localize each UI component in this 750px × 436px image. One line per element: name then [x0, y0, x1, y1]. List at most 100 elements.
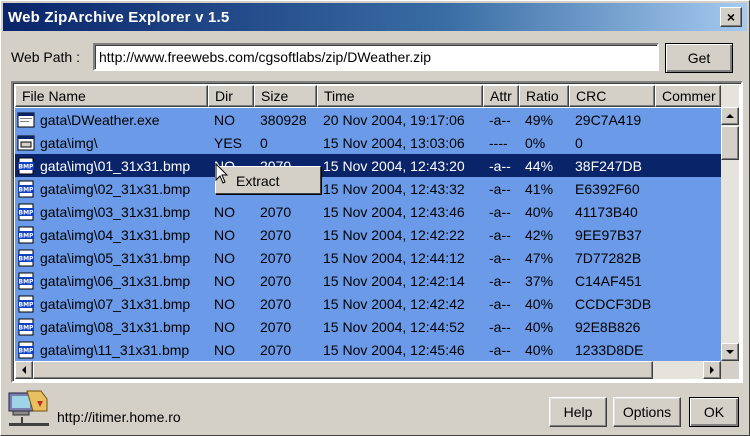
cell-dir: YES — [214, 134, 243, 151]
scroll-right-button[interactable] — [703, 361, 721, 379]
svg-text:BMP: BMP — [19, 324, 35, 331]
column-header-time[interactable]: Time — [317, 85, 483, 107]
cell-time: 15 Nov 2004, 12:45:46 — [323, 341, 465, 358]
vertical-scrollbar[interactable] — [721, 85, 739, 361]
cell-dir: NO — [214, 203, 235, 220]
cell-attr: -a-- — [489, 111, 511, 128]
bmp-icon: BMP — [17, 295, 35, 313]
bmp-icon: BMP — [17, 341, 35, 359]
bmp-icon: BMP — [17, 272, 35, 290]
cell-file-name: BMP gata\img\08_31x31.bmp — [15, 318, 208, 336]
cell-size: 2070 — [260, 341, 292, 358]
cell-ratio: 37% — [525, 272, 554, 289]
status-url[interactable]: http://itimer.home.ro — [57, 409, 181, 425]
column-header-size[interactable]: Size — [254, 85, 317, 107]
file-name-text: gata\img\11_31x31.bmp — [40, 341, 190, 358]
table-row[interactable]: BMPgata\img\01_31x31.bmpNO207015 Nov 200… — [15, 154, 721, 177]
svg-text:BMP: BMP — [19, 163, 35, 170]
table-row[interactable]: BMP gata\img\07_31x31.bmp NO 2070 15 Nov 200… — [15, 292, 721, 315]
column-header-comment[interactable]: Commer — [655, 85, 721, 107]
file-name-text: gata\img\05_31x31.bmp — [40, 249, 191, 266]
svg-text:BMP: BMP — [19, 255, 35, 262]
table-row[interactable]: gata\img\ YES 0 15 Nov 2004, 13:03:06 ---- 0%… — [15, 131, 721, 154]
cell-file-name: gata\img\ — [15, 134, 208, 152]
cell-dir: NO — [214, 226, 235, 243]
context-menu-extract[interactable]: Extract — [236, 173, 280, 189]
close-button[interactable]: × — [720, 7, 742, 27]
options-button[interactable]: Options — [613, 397, 681, 427]
table-row[interactable]: BMP gata\img\03_31x31.bmp NO 2070 15 Nov 200… — [15, 200, 721, 223]
cell-file-name: gata\DWeather.exe — [15, 111, 208, 129]
table-row[interactable]: BMP gata\img\06_31x31.bmp NO 2070 15 Nov 200… — [15, 269, 721, 292]
column-header-file-name[interactable]: File Name — [15, 85, 208, 107]
get-button[interactable]: Get — [665, 43, 733, 73]
table-row[interactable]: BMP gata\img\08_31x31.bmp NO 2070 15 Nov 200… — [15, 315, 721, 338]
cell-size: 2070 — [260, 203, 292, 220]
cell-time: 15 Nov 2004, 12:44:12 — [323, 249, 465, 266]
bmp-icon: BMP — [17, 157, 35, 175]
bmp-icon: BMP — [17, 226, 35, 244]
table-row[interactable]: gata\DWeather.exe NO 380928 20 Nov 2004, 19… — [15, 108, 721, 131]
bmp-icon: BMP — [17, 180, 35, 198]
cell-ratio: 47% — [525, 249, 554, 266]
vertical-scroll-thumb[interactable] — [721, 126, 739, 160]
column-header-crc[interactable]: CRC — [569, 85, 655, 107]
cell-file-name: BMP gata\img\05_31x31.bmp — [15, 249, 208, 267]
cell-file-name: BMP gata\img\03_31x31.bmp — [15, 203, 208, 221]
folder-file-icon — [17, 134, 35, 152]
window-title: Web ZipArchive Explorer v 1.5 — [8, 8, 230, 26]
cell-attr: -a-- — [489, 272, 511, 289]
help-button[interactable]: Help — [549, 397, 607, 427]
table-row[interactable]: BMPgata\img\02_31x31.bmpNO207015 Nov 200… — [15, 177, 721, 200]
cell-ratio: 49% — [525, 111, 554, 128]
cell-time: 20 Nov 2004, 19:17:06 — [323, 111, 465, 128]
cell-time: 15 Nov 2004, 12:44:52 — [323, 318, 465, 335]
arrow-right-icon — [710, 366, 714, 374]
web-path-label: Web Path : — [11, 49, 81, 65]
scroll-down-button[interactable] — [721, 343, 739, 361]
cell-file-name: BMP gata\img\02_31x31.bmp — [15, 180, 208, 198]
table-row[interactable]: BMP gata\img\04_31x31.bmp NO 2070 15 Nov 200… — [15, 223, 721, 246]
ok-button[interactable]: OK — [689, 397, 739, 427]
scrollbar-corner — [721, 361, 739, 379]
cell-crc: 29C7A419 — [575, 111, 642, 128]
file-name-text: gata\img\04_31x31.bmp — [40, 226, 191, 243]
cell-ratio: 40% — [525, 318, 554, 335]
cell-time: 15 Nov 2004, 12:43:20 — [323, 157, 465, 174]
scroll-up-button[interactable] — [721, 107, 739, 125]
cell-attr: -a-- — [489, 157, 511, 174]
cell-crc: 0 — [575, 134, 583, 151]
file-name-text: gata\img\03_31x31.bmp — [40, 203, 191, 220]
cell-attr: -a-- — [489, 203, 511, 220]
column-header-dir[interactable]: Dir — [208, 85, 254, 107]
file-list[interactable]: File Name Dir Size Time Attr Ratio CRC C… — [11, 81, 743, 383]
column-header-attr[interactable]: Attr — [483, 85, 519, 107]
cell-file-name: BMP gata\img\11_31x31.bmp — [15, 341, 208, 359]
cell-attr: -a-- — [489, 341, 511, 358]
cell-crc: 7D77282B — [575, 249, 642, 266]
cell-attr: -a-- — [489, 249, 511, 266]
svg-text:BMP: BMP — [19, 186, 35, 193]
horizontal-scroll-thumb[interactable] — [33, 361, 653, 379]
cell-size: 2070 — [260, 249, 292, 266]
cell-ratio: 41% — [525, 180, 554, 197]
cell-crc: 92E8B826 — [575, 318, 641, 335]
svg-text:BMP: BMP — [19, 278, 35, 285]
cell-file-name: BMP gata\img\01_31x31.bmp — [15, 157, 208, 175]
cell-ratio: 40% — [525, 295, 554, 312]
cell-crc: 41173B40 — [575, 203, 638, 220]
cell-ratio: 40% — [525, 203, 554, 220]
scroll-left-button[interactable] — [15, 361, 33, 379]
cell-attr: -a-- — [489, 180, 511, 197]
cell-attr: -a-- — [489, 295, 511, 312]
table-row[interactable]: BMP gata\img\05_31x31.bmp NO 2070 15 Nov 200… — [15, 246, 721, 269]
web-path-input[interactable] — [93, 43, 659, 71]
column-header-ratio[interactable]: Ratio — [519, 85, 569, 107]
cell-ratio: 44% — [525, 157, 554, 174]
title-bar[interactable]: Web ZipArchive Explorer v 1.5 × — [3, 3, 747, 31]
horizontal-scrollbar[interactable] — [15, 361, 721, 379]
table-row[interactable]: BMP gata\img\11_31x31.bmp NO 2070 15 Nov 200… — [15, 338, 721, 361]
cell-dir: NO — [214, 295, 235, 312]
cell-time: 15 Nov 2004, 12:42:42 — [323, 295, 465, 312]
cell-crc: 9EE97B37 — [575, 226, 642, 243]
